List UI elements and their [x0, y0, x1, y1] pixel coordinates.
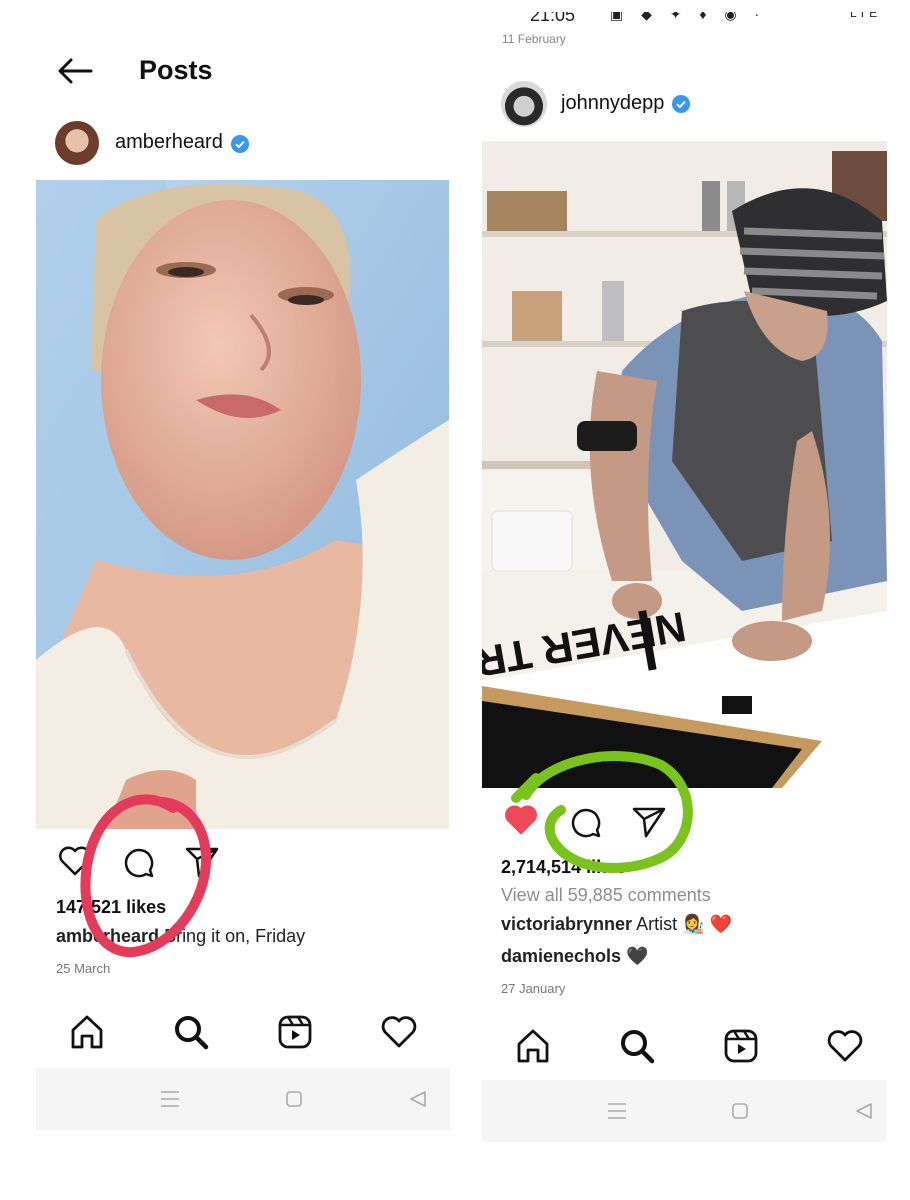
home-icon[interactable]: [69, 1014, 105, 1050]
activity-heart-icon[interactable]: [827, 1030, 863, 1062]
avatar[interactable]: [55, 121, 99, 165]
post-photo[interactable]: NEVER TRUTH: [482, 141, 887, 788]
comment-row: victoriabrynner Artist 👩‍🎨 ❤️: [501, 914, 732, 935]
view-all-comments-link[interactable]: View all 59,885 comments: [501, 885, 711, 906]
back-arrow-icon[interactable]: [57, 58, 93, 84]
page-title: Posts: [139, 55, 213, 85]
verified-badge-icon: [672, 95, 690, 113]
menu-lines-icon[interactable]: [607, 1102, 627, 1120]
post-photo[interactable]: [36, 180, 449, 829]
menu-lines-icon[interactable]: [160, 1090, 180, 1108]
reels-icon[interactable]: [723, 1028, 759, 1064]
search-icon[interactable]: [619, 1028, 655, 1064]
red-circle-annotation: [80, 794, 212, 958]
comment-row: damienechols 🖤: [501, 946, 648, 967]
verified-badge-icon: [231, 135, 249, 153]
status-bar: 21:05 ▣ ◆ ✦ ♦ ◉ · LTE: [530, 12, 910, 28]
post-username[interactable]: johnnydepp: [561, 92, 664, 115]
green-circle-annotation: [511, 751, 693, 873]
post-date: 25 March: [56, 961, 111, 976]
status-time: 21:05: [530, 12, 576, 25]
post-username[interactable]: amberheard: [115, 131, 223, 154]
home-icon[interactable]: [515, 1028, 551, 1064]
comment-username[interactable]: victoriabrynner: [501, 914, 632, 934]
previous-post-date: 11 February: [502, 32, 566, 46]
avatar[interactable]: [501, 81, 547, 127]
android-nav-bar: [482, 1080, 886, 1142]
status-network: LTE: [850, 12, 881, 20]
back-triangle-icon[interactable]: [409, 1090, 427, 1108]
right-screenshot-panel: 21:05 ▣ ◆ ✦ ♦ ◉ · LTE 11 February johnny…: [470, 0, 910, 1200]
back-triangle-icon[interactable]: [855, 1102, 873, 1120]
status-notification-icons: ▣ ◆ ✦ ♦ ◉ ·: [610, 12, 767, 22]
left-screenshot-panel: Posts amberheard 147,521 likes amberhear…: [0, 0, 460, 1200]
comment-text: Artist 👩‍🎨 ❤️: [636, 914, 732, 934]
comment-username[interactable]: damienechols: [501, 946, 621, 966]
comment-text: 🖤: [626, 946, 649, 966]
activity-heart-icon[interactable]: [381, 1016, 417, 1048]
square-icon[interactable]: [285, 1090, 303, 1108]
post-date: 27 January: [501, 981, 566, 996]
reels-icon[interactable]: [277, 1014, 313, 1050]
search-icon[interactable]: [173, 1014, 209, 1050]
android-nav-bar: [36, 1068, 450, 1130]
square-icon[interactable]: [731, 1102, 749, 1120]
